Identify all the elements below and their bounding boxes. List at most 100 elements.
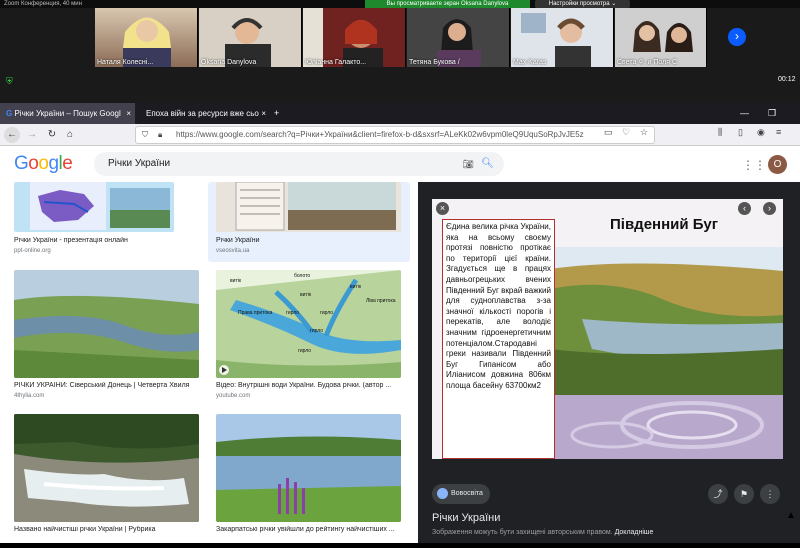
google-icon: G [6, 109, 13, 118]
avatar[interactable]: O [768, 155, 787, 174]
sidebar-icon[interactable]: ▯ [738, 127, 743, 138]
globe-icon [437, 487, 448, 499]
participant-name: Тетяна Букова / [409, 59, 460, 66]
result-thumbnail: болото витік витік витік Ліва притока Пр… [216, 270, 401, 378]
navigation-bar: ← → ↻ ⌂ ⛉ 🔒︎ https://www.google.com/sear… [0, 124, 800, 146]
account-icon[interactable]: ◉ [757, 127, 765, 138]
home-button[interactable]: ⌂ [62, 127, 78, 143]
diagram-label: витік [230, 278, 242, 284]
minimize-button[interactable]: — [740, 103, 749, 124]
tab-article[interactable]: Епоха війн за ресурси вже сьо × [140, 103, 270, 124]
diagram-label: витік [350, 284, 362, 290]
participant-tile[interactable]: Юліанна Галакто... [303, 8, 406, 67]
result-card[interactable]: болото витік витік витік Ліва притока Пр… [216, 270, 406, 404]
tab-label: Епоха війн за ресурси вже сьо [146, 109, 259, 118]
result-title: Відео: Внутрішні води України. Будова рі… [216, 382, 392, 389]
save-bookmark-icon[interactable]: ⚑ [734, 484, 754, 504]
image-results: Річки України - презентація онлайн ppt-o… [0, 182, 418, 543]
preview-image[interactable]: Південний Буг Єдина велика річка України… [432, 199, 783, 459]
participant-tile[interactable]: Max Karas [511, 8, 614, 67]
pocket-icon[interactable]: ♡ [622, 127, 630, 138]
result-thumbnail [14, 414, 199, 522]
diagram-label: гирло [310, 328, 323, 334]
bookmark-star-icon[interactable]: ☆ [640, 127, 648, 138]
reload-button[interactable]: ↻ [44, 127, 60, 143]
zoom-top-bar: Zoom Конференция, 40 мин Вы просматривае… [0, 0, 800, 8]
participant-tile[interactable]: Oksana Danylova [199, 8, 302, 67]
result-title: Названо найчистіші річки України | Рубри… [14, 526, 156, 533]
result-card[interactable]: Річки України - презентація онлайн ppt-o… [14, 182, 204, 262]
result-title: РІЧКИ УКРАЇНИ: Сіверський Донець | Четве… [14, 382, 190, 389]
result-thumbnail [216, 414, 401, 522]
result-thumbnail [14, 182, 174, 232]
copyright-text: Зображення можуть бути захищені авторськ… [432, 529, 613, 536]
apps-grid-icon[interactable]: ⋮⋮ [742, 158, 766, 172]
slide-text: Єдина велика річка України, яка на всьом… [442, 219, 555, 459]
participant-strip: Наталя Колесні... Oksana Danylova Юліанн… [0, 8, 800, 103]
result-card[interactable]: Закарпатські річки увійшли до рейтингу н… [216, 414, 406, 542]
library-icon[interactable]: ⫼ [718, 127, 722, 138]
chevron-left-icon[interactable]: ‹ [738, 202, 751, 215]
result-card[interactable]: Названо найчистіші річки України | Рубри… [14, 414, 204, 542]
river-diagram: болото витік витік витік Ліва притока Пр… [216, 270, 401, 378]
result-card[interactable]: РІЧКИ УКРАЇНИ: Сіверський Донець | Четве… [14, 270, 204, 404]
search-icon[interactable]: 🔍︎ [481, 152, 494, 176]
tab-google-search[interactable]: G Річки України – Пошук Googl × [0, 103, 135, 124]
learn-more-link[interactable]: Докладніше [615, 529, 654, 536]
share-banner: Вы просматриваете экран Oksana Danylova [365, 0, 530, 8]
chevron-right-icon[interactable]: › [763, 202, 776, 215]
result-title: Закарпатські річки увійшли до рейтингу н… [216, 526, 395, 533]
participant-name: Oksana Danylova [201, 59, 257, 66]
search-input[interactable]: Річки України 📷︎ 🔍︎ [94, 152, 504, 176]
close-tab-icon[interactable]: × [126, 103, 131, 124]
camera-icon[interactable]: 📷︎ [463, 152, 474, 176]
share-icon[interactable]: ⤴ [708, 484, 728, 504]
source-chip[interactable]: Вовосвіта [432, 484, 490, 504]
view-options-button[interactable]: Настройки просмотра ⌄ [535, 0, 630, 8]
close-icon[interactable]: × [436, 202, 449, 215]
shield-icon: ⛉ [142, 130, 148, 139]
diagram-label: Ліва притока [366, 298, 396, 304]
result-source: vseosvita.ua [216, 248, 250, 254]
forward-button[interactable]: → [24, 127, 40, 143]
participant-tile[interactable]: Света Ф. и Поля С. [615, 8, 707, 67]
participant-name: Юліанна Галакто... [305, 59, 367, 66]
tab-bar: G Річки України – Пошук Googl × Епоха ві… [0, 103, 800, 124]
result-thumbnail [14, 270, 199, 378]
result-source: ppt-online.org [14, 248, 51, 254]
next-participants-button[interactable]: › [728, 28, 746, 46]
google-logo[interactable]: Google [14, 153, 73, 175]
participant-tile[interactable]: Наталя Колесні... [95, 8, 198, 67]
browser-window: G Річки України – Пошук Googl × Епоха ві… [0, 103, 800, 543]
diagram-label: гирло [320, 310, 333, 316]
lock-icon: 🔒︎ [158, 130, 163, 139]
participant-name: Наталя Колесні... [97, 59, 154, 66]
menu-icon[interactable]: ≡ [776, 127, 781, 137]
reader-icon[interactable]: ▭ [604, 127, 613, 138]
google-header: Google Річки України 📷︎ 🔍︎ ⋮⋮ O [0, 146, 800, 182]
maximize-button[interactable]: ❐ [768, 103, 776, 124]
participant-name: Света Ф. и Поля С. [617, 59, 679, 66]
bottom-strip [0, 543, 800, 548]
new-tab-button[interactable]: + [274, 103, 279, 124]
tab-label: Річки України – Пошук Googl [14, 109, 121, 118]
more-options-icon[interactable]: ⋮ [760, 484, 780, 504]
result-thumbnail [216, 182, 401, 232]
result-source: 4thylia.com [14, 393, 45, 399]
result-title: Річки України - презентація онлайн [14, 237, 128, 244]
address-bar[interactable]: ⛉ 🔒︎ https://www.google.com/search?q=Річ… [135, 126, 655, 144]
preview-title[interactable]: Річки України [432, 512, 500, 524]
chevron-right-icon: › [735, 29, 739, 43]
diagram-label: гирло [286, 310, 299, 316]
result-card[interactable]: Річки України vseosvita.ua [216, 182, 406, 262]
source-label: Вовосвіта [451, 490, 483, 497]
diagram-label: витік [300, 292, 312, 298]
slide-title: Південний Буг [610, 216, 718, 233]
preview-panel: Південний Буг Єдина велика річка України… [418, 182, 800, 543]
diagram-label: Права притока [238, 310, 273, 316]
close-tab-icon[interactable]: × [261, 103, 266, 124]
back-button[interactable]: ← [4, 127, 20, 143]
zoom-title: Zoom Конференция, 40 мин [4, 1, 82, 7]
shield-icon: ⛨ [6, 76, 13, 86]
participant-tile[interactable]: Тетяна Букова / [407, 8, 510, 67]
